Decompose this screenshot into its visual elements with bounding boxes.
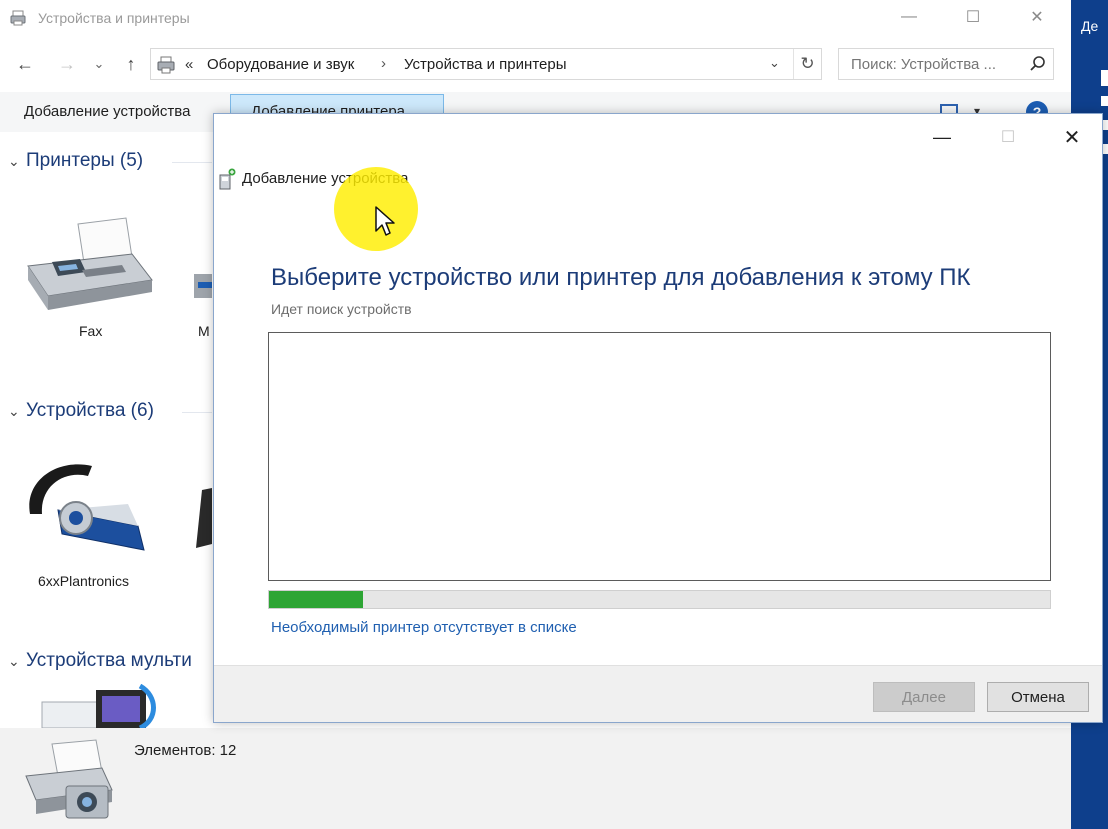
searching-status: Идет поиск устройств: [271, 301, 412, 317]
chevron-down-icon: ⌄: [8, 653, 20, 669]
group-divider: [172, 162, 212, 163]
desktop-window-edge: [1101, 96, 1108, 106]
address-bar[interactable]: « Оборудование и звук › Устройства и при…: [150, 48, 822, 80]
chevron-down-icon: ⌄: [8, 403, 20, 419]
navigation-bar: ← → ⌄ ↑ « Оборудование и звук › Устройст…: [0, 44, 1071, 84]
chevron-down-icon: ⌄: [8, 153, 20, 169]
group-header-multimedia[interactable]: ⌄ Устройства мульти: [8, 650, 192, 672]
breadcrumb-devices-printers[interactable]: Устройства и принтеры: [404, 56, 566, 73]
group-header-devices[interactable]: ⌄ Устройства (6): [8, 400, 154, 422]
printer-icon[interactable]: [192, 266, 212, 306]
computer-icon[interactable]: [196, 486, 212, 550]
explorer-titlebar: Устройства и принтеры — ☐ ✕: [0, 0, 1071, 36]
device-label-fax[interactable]: Fax: [79, 323, 102, 339]
recent-locations-button[interactable]: ⌄: [86, 52, 112, 76]
dialog-heading: Выберите устройство или принтер для доба…: [271, 264, 971, 291]
next-button[interactable]: Далее: [873, 682, 975, 712]
dialog-minimize-button[interactable]: —: [926, 124, 958, 150]
device-label-headset[interactable]: 6xxPlantronics: [38, 573, 129, 589]
dialog-maximize-button[interactable]: ☐: [992, 124, 1024, 150]
item-count-status: Элементов: 12: [134, 742, 237, 759]
device-label-printer[interactable]: M: [198, 323, 210, 339]
mouse-pointer-icon: [375, 206, 395, 236]
search-box[interactable]: [838, 48, 1054, 80]
window-title: Устройства и принтеры: [38, 10, 190, 26]
group-label: Устройства (6): [26, 400, 154, 421]
breadcrumb-separator[interactable]: ›: [381, 55, 386, 72]
search-icon[interactable]: [1029, 55, 1047, 73]
add-device-icon: [219, 168, 236, 190]
refresh-button[interactable]: ↻: [793, 49, 821, 79]
status-bar: Элементов: 12: [0, 728, 1071, 829]
devices-printers-icon: [10, 10, 26, 26]
headset-icon[interactable]: [18, 454, 152, 558]
forward-button[interactable]: →: [54, 52, 80, 76]
maximize-button[interactable]: ☐: [950, 0, 996, 34]
group-label: Устройства мульти: [26, 650, 192, 671]
breadcrumb-hardware-sound[interactable]: Оборудование и звук: [207, 56, 354, 73]
back-button[interactable]: ←: [12, 52, 38, 76]
group-header-printers[interactable]: ⌄ Принтеры (5): [8, 150, 143, 172]
dialog-close-button[interactable]: ✕: [1056, 124, 1088, 150]
up-button[interactable]: ↑: [118, 52, 144, 76]
device-list[interactable]: [268, 332, 1051, 581]
group-divider: [182, 412, 212, 413]
devices-printers-icon: [157, 56, 175, 74]
search-progress-fill: [269, 591, 363, 608]
close-button[interactable]: ✕: [1014, 0, 1060, 34]
search-progress-bar: [268, 590, 1051, 609]
printer-not-listed-link[interactable]: Необходимый принтер отсутствует в списке: [271, 619, 577, 636]
cancel-button[interactable]: Отмена: [987, 682, 1089, 712]
add-device-command[interactable]: Добавление устройства: [24, 103, 190, 120]
desktop-label: Де: [1081, 18, 1099, 34]
desktop-window-edge: [1101, 70, 1108, 86]
fax-icon[interactable]: [22, 214, 156, 314]
group-label: Принтеры (5): [26, 150, 144, 171]
devices-printers-icon: [25, 739, 113, 819]
multimedia-device-icon[interactable]: [40, 684, 160, 728]
minimize-button[interactable]: —: [886, 0, 932, 34]
dialog-footer: Далее Отмена: [214, 665, 1102, 722]
address-dropdown-button[interactable]: ⌄: [769, 55, 780, 71]
search-input[interactable]: [851, 56, 1021, 73]
address-overflow-chevron[interactable]: «: [185, 56, 193, 73]
